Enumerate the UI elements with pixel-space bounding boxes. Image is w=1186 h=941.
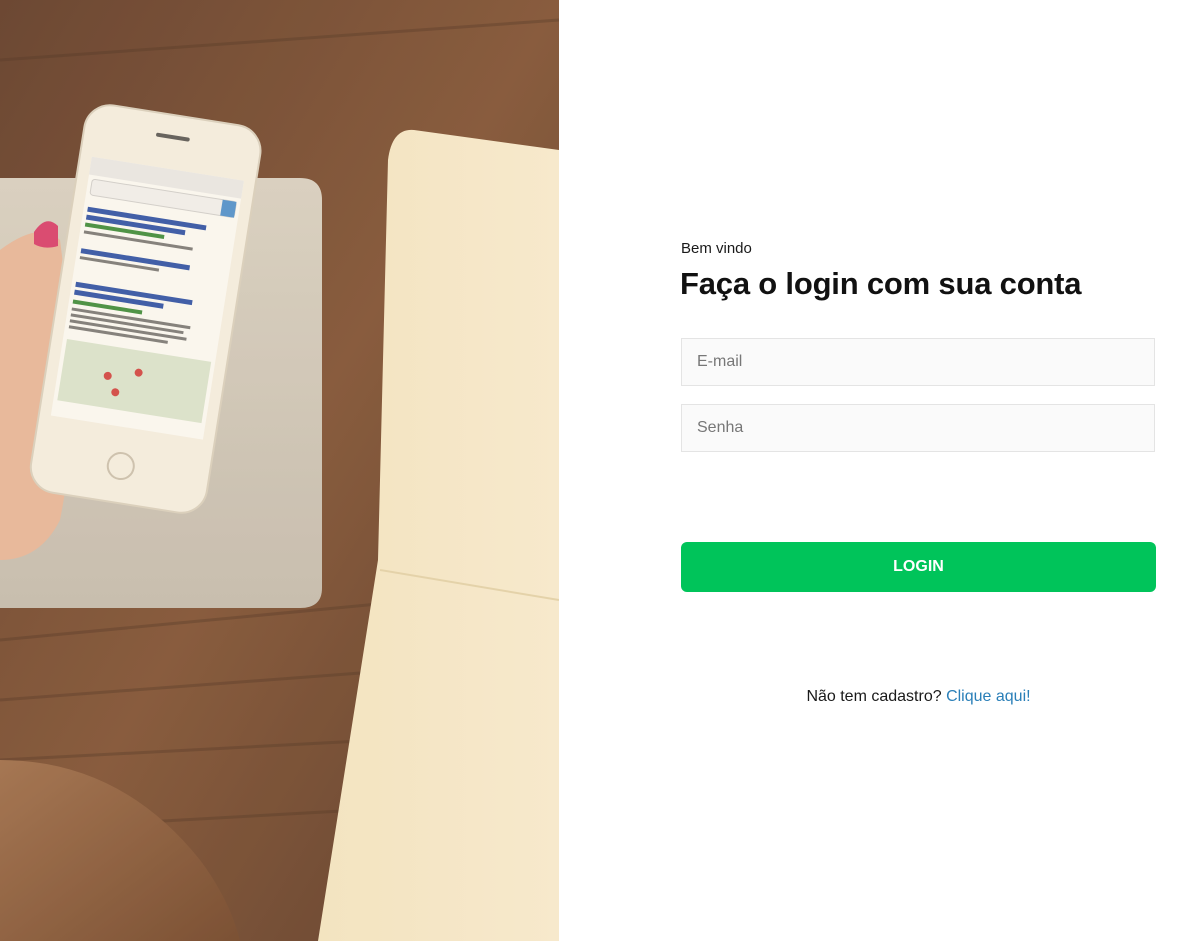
login-button[interactable]: LOGIN bbox=[681, 542, 1156, 592]
hero-image bbox=[0, 0, 559, 941]
login-form-panel: Bem vindo Faça o login com sua conta LOG… bbox=[559, 0, 1186, 941]
signup-link[interactable]: Clique aqui! bbox=[946, 688, 1031, 705]
login-page: Bem vindo Faça o login com sua conta LOG… bbox=[0, 0, 1186, 941]
signup-prompt-text: Não tem cadastro? bbox=[806, 688, 947, 705]
page-title: Faça o login com sua conta bbox=[680, 266, 1082, 301]
welcome-text: Bem vindo bbox=[681, 240, 752, 257]
password-field[interactable] bbox=[681, 404, 1155, 452]
email-field[interactable] bbox=[681, 338, 1155, 386]
signup-prompt: Não tem cadastro? Clique aqui! bbox=[681, 688, 1156, 706]
desk-photo-image bbox=[0, 0, 559, 941]
